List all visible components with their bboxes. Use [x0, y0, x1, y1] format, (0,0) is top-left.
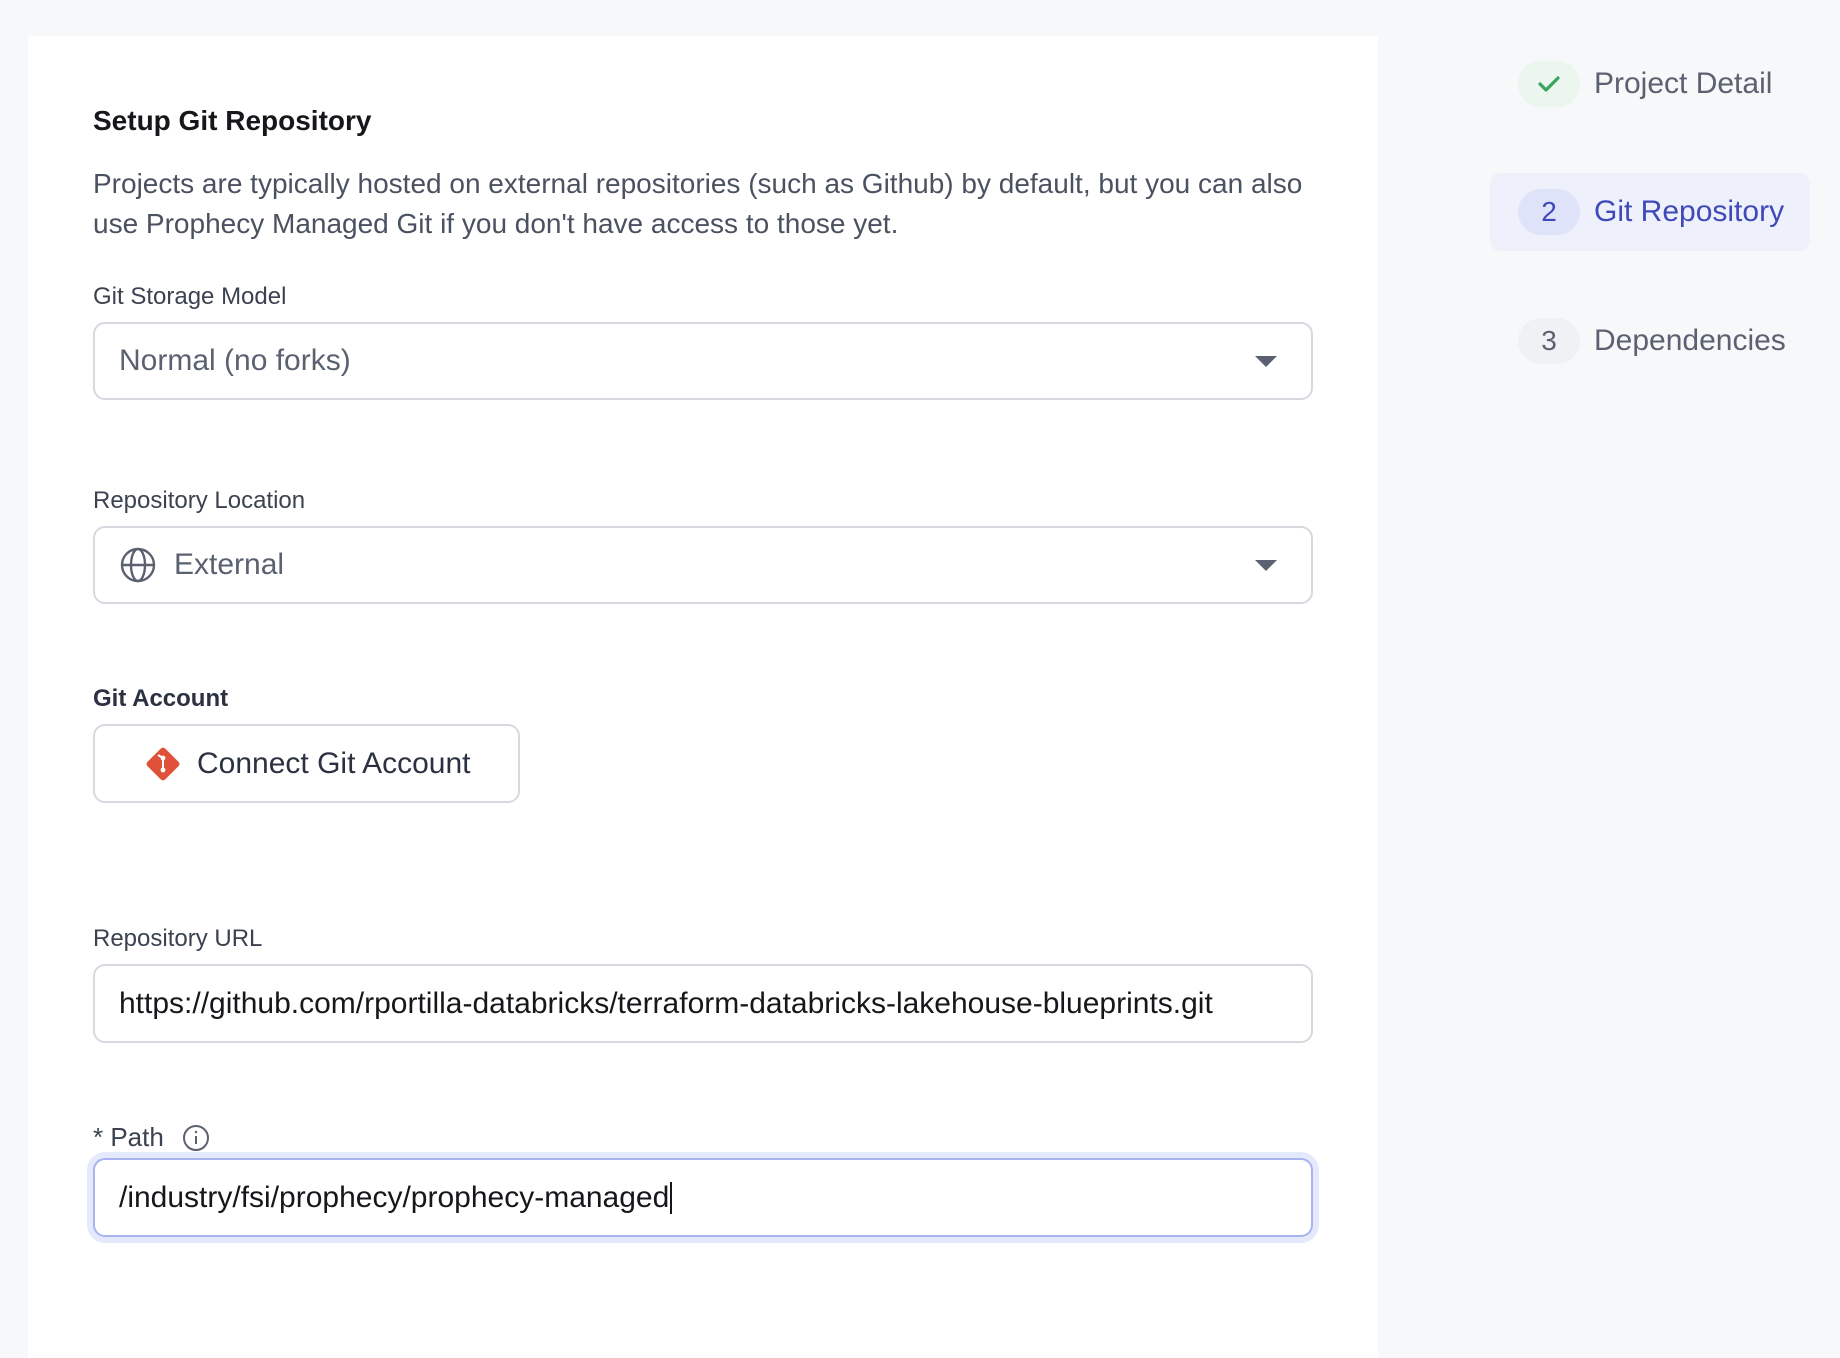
step-label: Project Detail	[1594, 67, 1773, 100]
git-logo-icon	[145, 746, 181, 782]
storage-model-select[interactable]: Normal (no forks)	[93, 322, 1313, 400]
connect-git-account-label: Connect Git Account	[197, 746, 471, 780]
storage-model-value: Normal (no forks)	[119, 344, 351, 377]
setup-git-card: Setup Git Repository Projects are typica…	[28, 36, 1378, 1358]
repo-location-label: Repository Location	[93, 487, 306, 514]
checkmark-icon	[1518, 61, 1580, 107]
chevron-down-icon	[1255, 559, 1277, 571]
step-label: Dependencies	[1594, 324, 1786, 357]
repo-url-input[interactable]: https://github.com/rportilla-databricks/…	[93, 964, 1313, 1043]
connect-git-account-button[interactable]: Connect Git Account	[93, 724, 520, 803]
git-account-label: Git Account	[93, 685, 229, 712]
info-icon[interactable]	[182, 1124, 210, 1152]
chevron-down-icon	[1255, 355, 1277, 367]
step-label: Git Repository	[1594, 195, 1785, 228]
path-label-row: * Path	[93, 1122, 210, 1153]
text-cursor	[670, 1181, 673, 1214]
repo-location-select[interactable]: External	[93, 526, 1313, 604]
repo-url-label: Repository URL	[93, 925, 263, 952]
path-label: * Path	[93, 1122, 164, 1152]
step-project-detail[interactable]: Project Detail	[1490, 45, 1810, 123]
step-dependencies[interactable]: 3 Dependencies	[1490, 302, 1810, 380]
step-number-badge: 3	[1518, 318, 1580, 364]
page: Setup Git Repository Projects are typica…	[0, 0, 1840, 1358]
path-input[interactable]: /industry/fsi/prophecy/prophecy-managed	[93, 1158, 1313, 1237]
globe-icon	[119, 546, 157, 584]
storage-model-label: Git Storage Model	[93, 283, 287, 310]
step-number-badge: 2	[1518, 189, 1580, 235]
page-title: Setup Git Repository	[93, 105, 372, 136]
repo-url-value: https://github.com/rportilla-databricks/…	[119, 986, 1213, 1020]
step-git-repository[interactable]: 2 Git Repository	[1490, 173, 1810, 251]
description-text: Projects are typically hosted on externa…	[93, 168, 1303, 239]
path-value: /industry/fsi/prophecy/prophecy-managed	[119, 1180, 670, 1214]
repo-location-value: External	[174, 548, 285, 581]
